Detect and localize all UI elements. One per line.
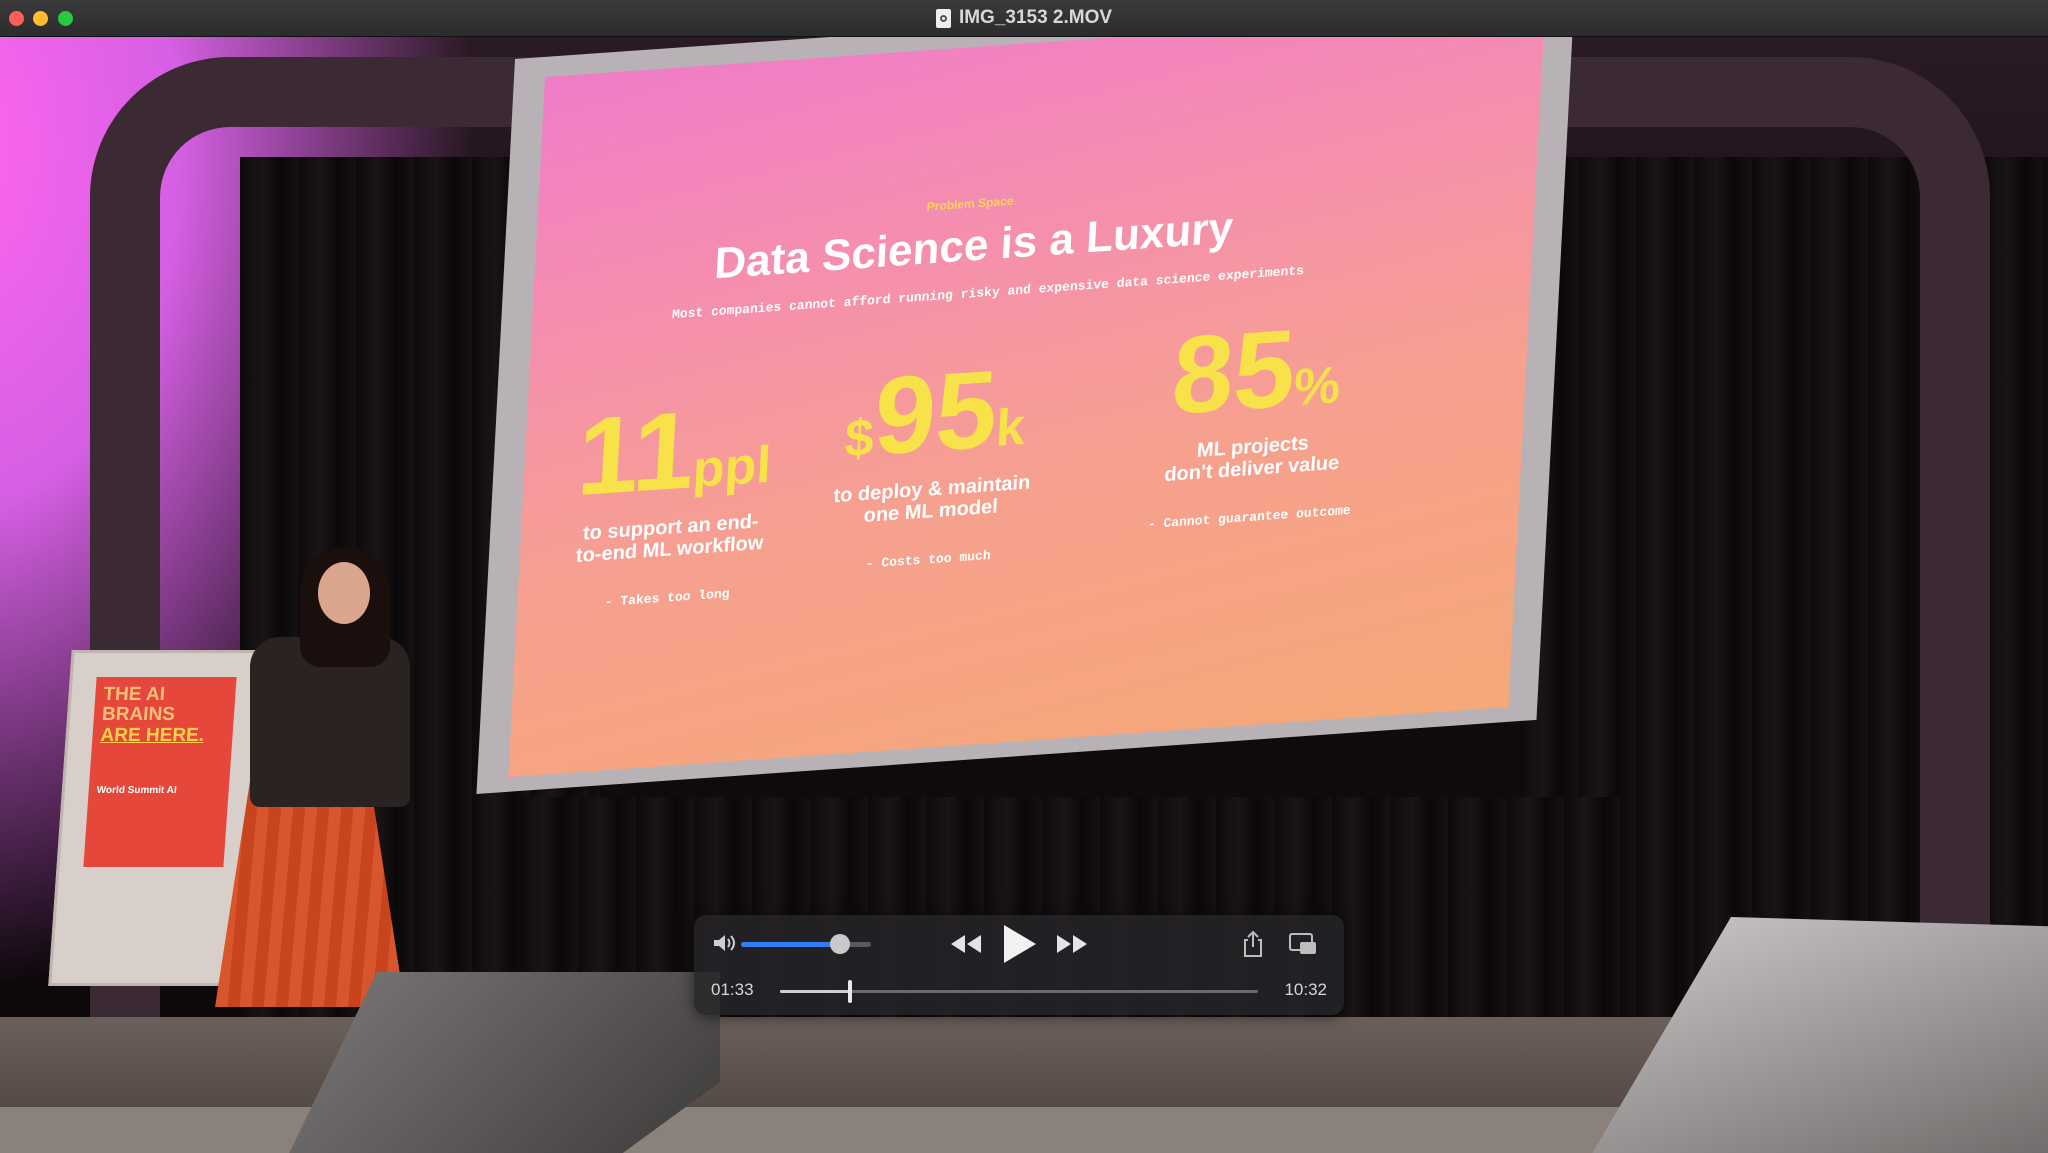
stat-unit: % xyxy=(1292,356,1342,418)
poster-line: ARE HERE. xyxy=(99,724,205,746)
volume-slider-knob[interactable] xyxy=(829,934,850,954)
presentation-slide: Problem Space Data Science is a Luxury M… xyxy=(508,37,1545,778)
playback-controls: 01:33 10:32 xyxy=(694,915,1344,1015)
rewind-button[interactable] xyxy=(946,929,986,959)
stat-number: 11 xyxy=(574,388,698,520)
poster-line: BRAINS xyxy=(101,703,176,725)
share-icon xyxy=(1244,930,1262,957)
picture-in-picture-button[interactable] xyxy=(1286,929,1320,959)
window-title-bar: IMG_3153 2.MOV xyxy=(0,0,2048,37)
stat-note: - Takes too long xyxy=(604,586,730,610)
document-icon xyxy=(935,8,951,28)
play-icon xyxy=(1004,925,1036,963)
volume-slider-fill xyxy=(741,942,840,947)
fast-forward-icon xyxy=(1057,935,1087,953)
stat-cost: $95k to deploy & maintain one ML model -… xyxy=(788,347,1079,578)
poster-line: THE AI xyxy=(102,684,166,705)
picture-in-picture-icon xyxy=(1289,933,1316,954)
window-title: IMG_3153 2.MOV xyxy=(0,0,2048,36)
stat-unit: ppl xyxy=(691,435,773,500)
play-button[interactable] xyxy=(996,923,1042,965)
slide-eyebrow: Problem Space xyxy=(926,193,1014,214)
stat-prefix: $ xyxy=(843,408,876,469)
volume-slider[interactable] xyxy=(741,934,871,954)
stat-failure-rate: 85% ML projects don't deliver value - Ca… xyxy=(1079,304,1430,537)
stat-note: - Costs too much xyxy=(865,547,991,572)
stat-note: - Cannot guarantee outcome xyxy=(1147,502,1352,533)
playback-scrubber[interactable] xyxy=(780,980,1258,1003)
video-frame[interactable]: Problem Space Data Science is a Luxury M… xyxy=(0,37,2048,1153)
share-button[interactable] xyxy=(1238,927,1268,961)
scrubber-playhead[interactable] xyxy=(848,980,853,1003)
rewind-icon xyxy=(951,935,981,953)
speaker-volume-icon[interactable] xyxy=(712,933,738,953)
stat-number: 95 xyxy=(871,347,1001,479)
speaker-face xyxy=(318,562,370,624)
stat-number: 85 xyxy=(1169,306,1299,438)
lectern-poster: THE AI BRAINS ARE HERE. World Summit AI xyxy=(83,677,237,867)
window-title-text: IMG_3153 2.MOV xyxy=(958,7,1113,28)
duration: 10:32 xyxy=(1284,980,1327,999)
fast-forward-button[interactable] xyxy=(1052,929,1092,959)
current-time: 01:33 xyxy=(711,980,754,999)
poster-logo: World Summit AI xyxy=(96,784,178,796)
stat-unit: k xyxy=(994,398,1027,459)
stat-people: 11ppl to support an end- to-end ML workf… xyxy=(537,387,808,614)
scrubber-progress xyxy=(780,990,851,993)
